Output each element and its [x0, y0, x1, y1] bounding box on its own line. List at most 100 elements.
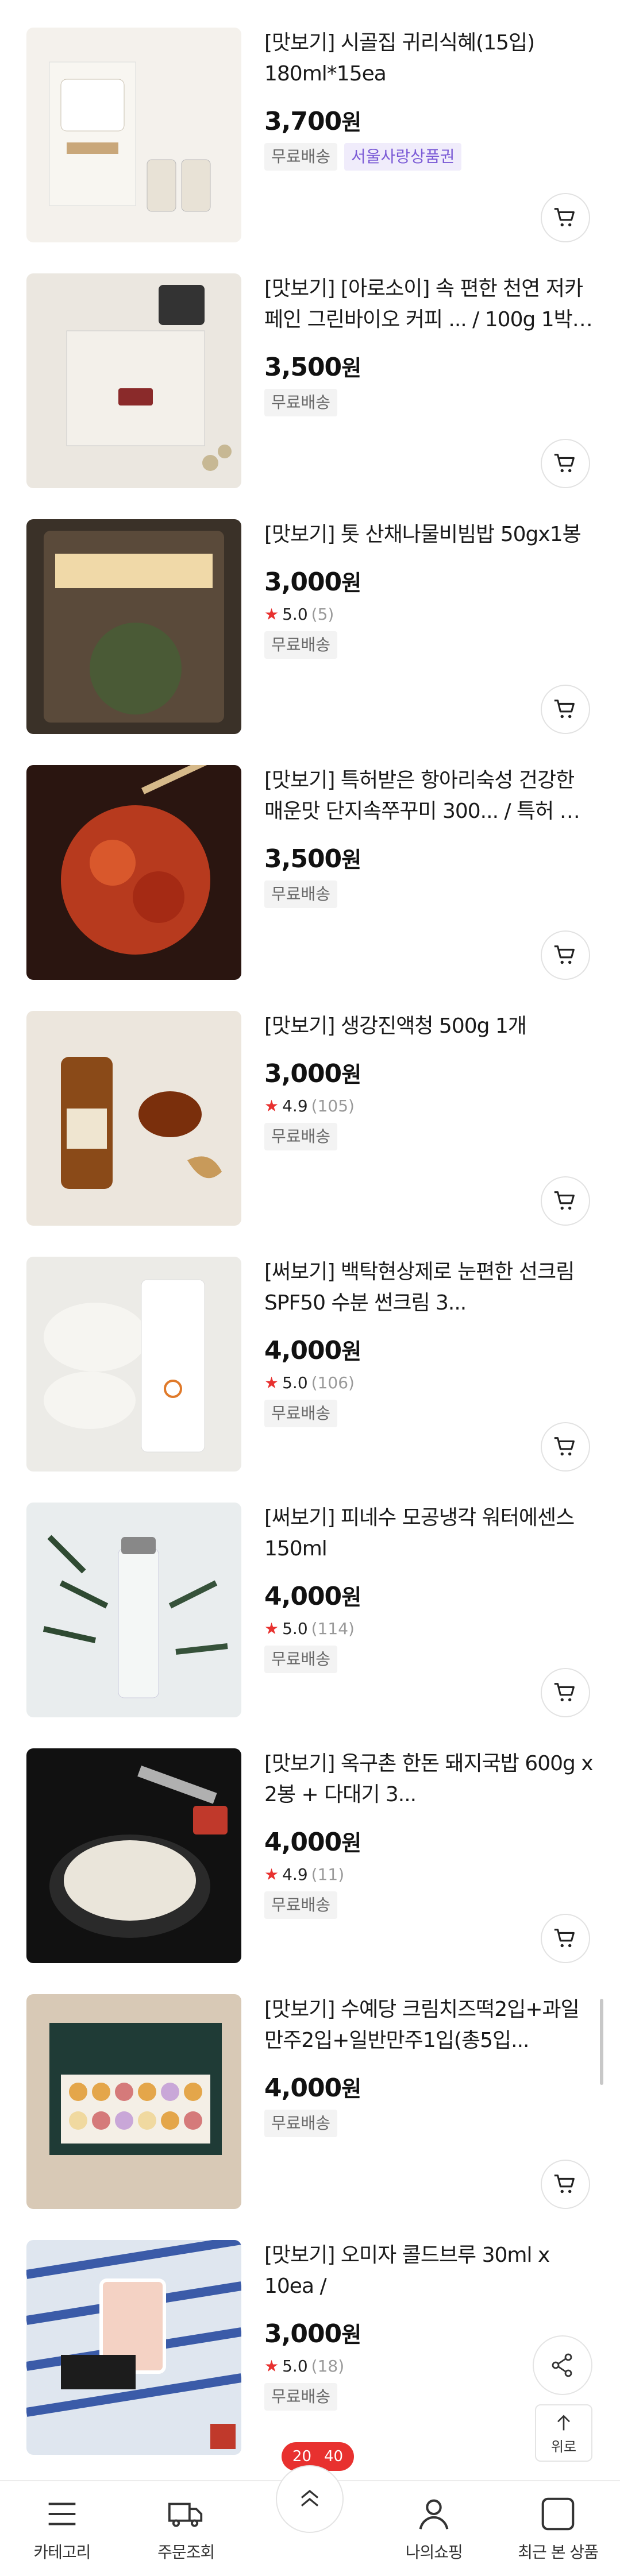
- product-image: [26, 519, 241, 734]
- list-item[interactable]: [맛보기] 톳 산채나물비빔밥 50gx1봉 3,000원 ★ 5.0 (5) …: [0, 519, 620, 765]
- cart-icon: [554, 700, 575, 719]
- nav-recent[interactable]: 최근 본 상품: [496, 2481, 620, 2576]
- product-price: 3,700원: [264, 105, 597, 136]
- add-to-cart-button[interactable]: [541, 685, 590, 734]
- price-value: 3,000: [264, 567, 342, 597]
- product-title[interactable]: [써보기] 백탁현상제로 눈편한 선크림 SPF50 수분 썬크림 3...: [264, 1257, 597, 1319]
- price-unit: 원: [341, 1830, 361, 1856]
- add-to-cart-button[interactable]: [541, 439, 590, 488]
- truck-icon: [168, 2502, 202, 2527]
- rating-value: 5.0: [282, 2356, 308, 2376]
- nav-orders[interactable]: 주문조회: [124, 2481, 248, 2576]
- product-thumbnail[interactable]: [26, 1748, 241, 1963]
- product-title[interactable]: [맛보기] [아로소이] 속 편한 천연 저카페인 그린바이오 커피 ... /…: [264, 273, 597, 335]
- list-item[interactable]: [맛보기] 시골집 귀리식혜(15입) 180ml*15ea 3,700원 무료…: [0, 28, 620, 273]
- cart-icon: [554, 2175, 575, 2193]
- free-shipping-badge: 무료배송: [264, 143, 338, 171]
- star-icon: ★: [264, 1373, 279, 1392]
- list-item[interactable]: [맛보기] 생강진액청 500g 1개 3,000원 ★ 4.9 (105) 무…: [0, 1011, 620, 1257]
- list-item[interactable]: [써보기] 피네수 모공냉각 워터에센스 150ml 4,000원 ★ 5.0 …: [0, 1503, 620, 1748]
- product-price: 4,000원: [264, 1334, 597, 1365]
- product-thumbnail[interactable]: [26, 1257, 241, 1472]
- add-to-cart-button[interactable]: [541, 1668, 590, 1717]
- price-value: 3,700: [264, 107, 342, 136]
- product-thumbnail[interactable]: [26, 519, 241, 734]
- list-item[interactable]: [써보기] 백탁현상제로 눈편한 선크림 SPF50 수분 썬크림 3... 4…: [0, 1257, 620, 1503]
- rating-value: 4.9: [282, 1096, 308, 1115]
- nav-orders-label: 주문조회: [157, 2543, 215, 2562]
- price-unit: 원: [341, 2076, 361, 2102]
- nav-category[interactable]: 카테고리: [0, 2481, 124, 2576]
- price-value: 4,000: [264, 1336, 342, 1365]
- product-image: [26, 2240, 241, 2455]
- price-value: 3,500: [264, 844, 342, 874]
- review-count: (18): [311, 2356, 345, 2376]
- rating-value: 4.9: [282, 1864, 308, 1884]
- price-value: 3,000: [264, 2319, 342, 2349]
- badge-row: 무료배송: [264, 1646, 597, 1673]
- add-to-cart-button[interactable]: [541, 1422, 590, 1472]
- nav-my-shopping[interactable]: 나의쇼핑: [372, 2481, 496, 2576]
- price-value: 3,000: [264, 1059, 342, 1088]
- star-icon: ★: [264, 1096, 279, 1115]
- price-unit: 원: [341, 1585, 361, 1610]
- product-title[interactable]: [맛보기] 수예당 크림치즈떡2입+과일만주2입+일반만주1입(총5입...: [264, 1994, 597, 2056]
- share-button[interactable]: [533, 2335, 592, 2395]
- product-title[interactable]: [맛보기] 오미자 콜드브루 30ml x 10ea /: [264, 2240, 597, 2302]
- add-to-cart-button[interactable]: [541, 930, 590, 980]
- product-thumbnail[interactable]: [26, 28, 241, 242]
- free-shipping-badge: 무료배송: [264, 389, 338, 416]
- review-count: (105): [311, 1096, 355, 1115]
- product-rating: ★ 4.9 (11): [264, 1864, 597, 1884]
- product-title[interactable]: [맛보기] 톳 산채나물비빔밥 50gx1봉: [264, 519, 597, 550]
- product-info: [맛보기] [아로소이] 속 편한 천연 저카페인 그린바이오 커피 ... /…: [264, 273, 597, 416]
- badge-row: 무료배송 서울사랑상품권: [264, 143, 597, 171]
- product-title[interactable]: [써보기] 피네수 모공냉각 워터에센스 150ml: [264, 1503, 597, 1565]
- price-value: 3,500: [264, 353, 342, 382]
- product-price: 4,000원: [264, 1825, 597, 1857]
- product-title[interactable]: [맛보기] 시골집 귀리식혜(15입) 180ml*15ea: [264, 28, 597, 90]
- product-title[interactable]: [맛보기] 옥구촌 한돈 돼지국밥 600g x 2봉 + 다대기 3...: [264, 1748, 597, 1810]
- scrollbar[interactable]: [600, 1999, 603, 2085]
- product-info: [맛보기] 옥구촌 한돈 돼지국밥 600g x 2봉 + 다대기 3... 4…: [264, 1748, 597, 1919]
- product-rating: ★ 4.9 (105): [264, 1095, 597, 1116]
- scroll-top-button[interactable]: 위로: [535, 2404, 592, 2462]
- product-info: [맛보기] 톳 산채나물비빔밥 50gx1봉 3,000원 ★ 5.0 (5) …: [264, 519, 597, 659]
- product-rating: ★ 5.0 (106): [264, 1372, 597, 1393]
- product-price: 4,000원: [264, 2071, 597, 2103]
- product-info: [써보기] 피네수 모공냉각 워터에센스 150ml 4,000원 ★ 5.0 …: [264, 1503, 597, 1673]
- product-thumbnail[interactable]: [26, 1011, 241, 1226]
- price-value: 4,000: [264, 2073, 342, 2103]
- list-item[interactable]: [맛보기] 옥구촌 한돈 돼지국밥 600g x 2봉 + 다대기 3... 4…: [0, 1748, 620, 1994]
- cart-icon: [554, 454, 575, 473]
- product-title[interactable]: [맛보기] 생강진액청 500g 1개: [264, 1011, 597, 1042]
- share-icon: [552, 2353, 572, 2377]
- product-image: [26, 273, 241, 488]
- product-price: 3,500원: [264, 842, 597, 874]
- nav-up-button[interactable]: [276, 2465, 344, 2533]
- price-value: 4,000: [264, 1582, 342, 1611]
- product-thumbnail[interactable]: [26, 2240, 241, 2455]
- star-icon: ★: [264, 1619, 279, 1638]
- product-thumbnail[interactable]: [26, 765, 241, 980]
- nav-category-label: 카테고리: [33, 2543, 91, 2562]
- list-item[interactable]: [맛보기] 특허받은 항아리숙성 건강한 매운맛 단지속쭈꾸미 300... /…: [0, 765, 620, 1011]
- free-shipping-badge: 무료배송: [264, 1646, 338, 1673]
- list-item[interactable]: [맛보기] [아로소이] 속 편한 천연 저카페인 그린바이오 커피 ... /…: [0, 273, 620, 519]
- product-image: [26, 1011, 241, 1226]
- badge-row: 무료배송: [264, 1123, 597, 1150]
- cart-icon: [554, 1683, 575, 1702]
- add-to-cart-button[interactable]: [541, 2160, 590, 2209]
- product-image: [26, 28, 241, 242]
- product-thumbnail[interactable]: [26, 1503, 241, 1717]
- add-to-cart-button[interactable]: [541, 1176, 590, 1226]
- menu-icon: [48, 2502, 76, 2525]
- product-thumbnail[interactable]: [26, 1994, 241, 2209]
- product-price: 3,000원: [264, 1057, 597, 1088]
- list-item[interactable]: [맛보기] 수예당 크림치즈떡2입+과일만주2입+일반만주1입(총5입... 4…: [0, 1994, 620, 2240]
- price-unit: 원: [341, 356, 361, 381]
- product-thumbnail[interactable]: [26, 273, 241, 488]
- add-to-cart-button[interactable]: [541, 193, 590, 242]
- add-to-cart-button[interactable]: [541, 1914, 590, 1963]
- product-title[interactable]: [맛보기] 특허받은 항아리숙성 건강한 매운맛 단지속쭈꾸미 300... /…: [264, 765, 597, 827]
